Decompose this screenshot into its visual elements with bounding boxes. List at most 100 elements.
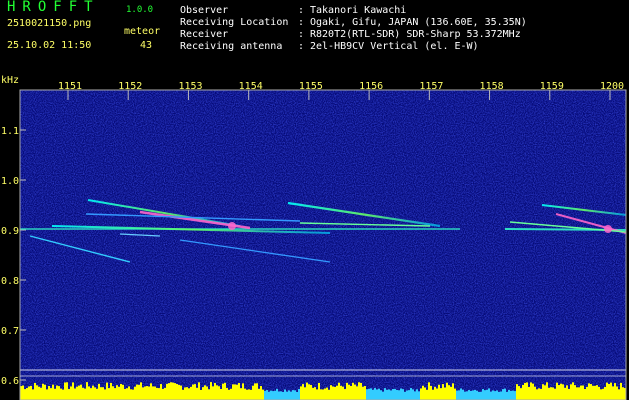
power-bar [266,390,268,400]
power-bar [620,382,622,400]
info-label-observer: Observer [180,5,229,16]
power-bar [372,389,374,400]
power-bar [122,384,124,400]
power-bar [464,391,466,400]
power-bar [378,388,380,400]
power-bar [178,384,180,400]
power-bar [356,386,358,400]
power-bar [128,386,130,400]
power-bar [156,387,158,400]
power-bar [318,382,320,400]
power-bar [78,385,80,400]
power-bar [592,385,594,400]
power-bar [174,383,176,400]
y-axis-unit: kHz [1,75,19,86]
power-bar [170,382,172,400]
power-bar [434,386,436,400]
power-bar [568,388,570,400]
power-bar [176,384,178,400]
power-bar [220,388,222,400]
power-bar [526,382,528,400]
power-bar [106,382,108,400]
power-bar [442,384,444,400]
power-bar [252,385,254,400]
power-bar [92,385,94,400]
power-bar [208,389,210,400]
power-bar [86,382,88,400]
power-bar [330,385,332,400]
power-bar [576,387,578,400]
power-bar [450,386,452,400]
power-bar [314,387,316,400]
power-bar [148,386,150,400]
power-bar [608,383,610,400]
power-bar [296,391,298,400]
power-bar [518,386,520,400]
power-bar [488,388,490,400]
power-bar [572,382,574,400]
power-bar [394,388,396,400]
power-bar [168,383,170,400]
power-bar [552,387,554,400]
power-bar [498,391,500,400]
power-bar [384,388,386,400]
power-bar [146,386,148,400]
power-bar [420,388,422,400]
power-bar [42,383,44,400]
power-bar [260,386,262,400]
power-bar [158,388,160,400]
power-bar [88,386,90,400]
power-bar [406,390,408,400]
power-bar [264,390,266,400]
app-title: HROFFT [7,0,100,15]
power-bar [140,382,142,400]
info-sep-receiver: : [298,29,305,40]
power-bar [274,390,276,400]
power-bar [46,389,48,400]
power-bar [452,383,454,400]
power-bar [408,390,410,400]
power-bar [232,384,234,400]
y-tick-label: 1.0 [1,176,19,187]
power-bar [290,391,292,400]
power-bar [224,382,226,400]
meteor-label: meteor [124,26,161,37]
power-bar [536,389,538,400]
info-sep-location: : [298,17,305,28]
power-bar [342,386,344,400]
power-bar [596,385,598,400]
power-bar [364,386,366,400]
meteor-head [228,222,236,230]
power-bar [26,388,28,400]
info-value-receiver: R820T2(RTL-SDR) SDR-Sharp 53.372MHz [310,29,521,40]
power-bar [214,383,216,400]
info-sep-antenna: : [298,41,305,52]
power-bar [124,388,126,400]
power-bar [236,384,238,400]
power-bar [562,384,564,400]
power-bar [448,385,450,400]
power-bar [390,390,392,400]
power-bar [544,385,546,400]
power-bar [188,388,190,400]
power-bar [530,382,532,400]
power-bar [548,387,550,400]
power-bar [144,386,146,400]
power-bar [104,389,106,400]
info-label-location: Receiving Location [180,17,289,28]
power-bar [216,385,218,400]
power-bar [154,386,156,400]
power-bar [34,382,36,400]
power-bar [250,389,252,400]
power-bar [424,387,426,400]
power-bar [312,387,314,400]
power-bar [614,383,616,400]
info-label-receiver: Receiver [180,29,229,40]
power-bar [382,391,384,400]
power-bar [338,382,340,400]
power-bar [150,383,152,400]
power-bar [116,385,118,400]
power-bar [22,385,24,400]
power-bar [120,383,122,400]
power-bar [492,390,494,400]
